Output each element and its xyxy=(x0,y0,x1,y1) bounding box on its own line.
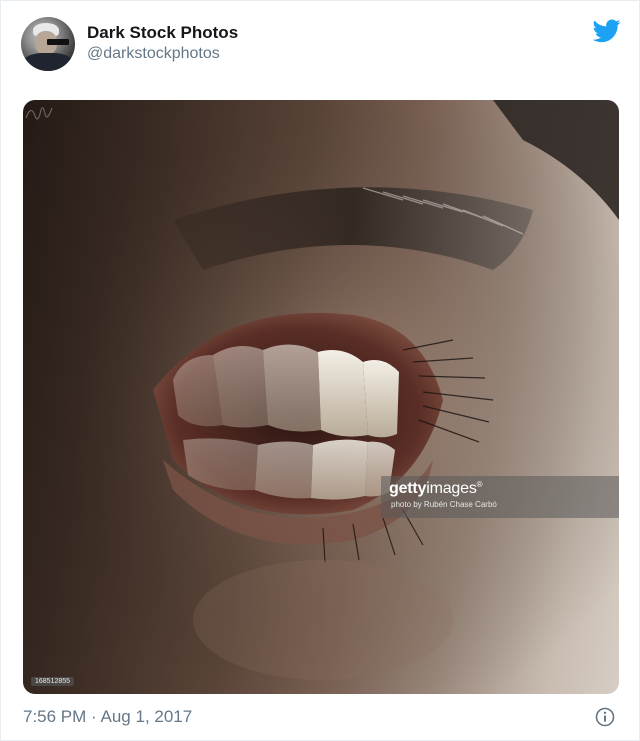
tweet-time: 7:56 PM xyxy=(23,707,87,726)
getty-images-watermark: gettyimages® xyxy=(389,480,483,498)
getty-watermark-light: images xyxy=(426,480,477,497)
author-info[interactable]: Dark Stock Photos @darkstockphotos xyxy=(87,23,238,65)
tweet-photo[interactable]: gettyimages® photo by Rubén Chase Carbó … xyxy=(23,100,619,694)
twitter-bird-icon[interactable] xyxy=(593,19,621,43)
timestamp-separator: · xyxy=(91,707,97,726)
tweet-timestamp[interactable]: 7:56 PM · Aug 1, 2017 xyxy=(23,707,192,727)
tweet-card: Dark Stock Photos @darkstockphotos getty… xyxy=(0,0,640,741)
tweet-header: Dark Stock Photos @darkstockphotos xyxy=(21,17,621,73)
eye-teeth-photo xyxy=(23,100,619,694)
tweet-date: Aug 1, 2017 xyxy=(100,707,193,726)
tweet-footer: 7:56 PM · Aug 1, 2017 xyxy=(23,705,619,729)
info-icon[interactable] xyxy=(595,707,615,727)
avatar[interactable] xyxy=(21,17,75,71)
stock-id-label: 168512855 xyxy=(31,677,75,686)
getty-watermark-bold: getty xyxy=(389,480,427,497)
signature-mark xyxy=(25,107,53,120)
author-handle[interactable]: @darkstockphotos xyxy=(87,43,238,65)
author-display-name[interactable]: Dark Stock Photos xyxy=(87,23,238,43)
getty-watermark-mark: ® xyxy=(476,480,483,489)
photo-credit: photo by Rubén Chase Carbó xyxy=(391,500,497,509)
